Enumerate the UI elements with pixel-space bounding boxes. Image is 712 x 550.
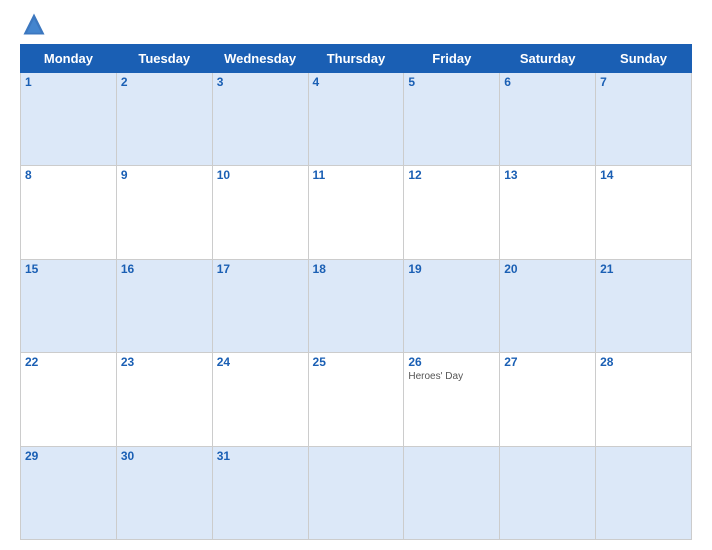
day-number: 18 — [313, 262, 400, 276]
event-label: Heroes' Day — [408, 371, 495, 382]
calendar-day-cell — [500, 446, 596, 539]
calendar-day-cell: 1 — [21, 73, 117, 166]
calendar-day-cell: 19 — [404, 259, 500, 352]
calendar-day-cell: 31 — [212, 446, 308, 539]
day-number: 29 — [25, 449, 112, 463]
day-number: 11 — [313, 168, 400, 182]
calendar-day-cell: 18 — [308, 259, 404, 352]
calendar-week-row: 1234567 — [21, 73, 692, 166]
calendar-day-cell: 21 — [596, 259, 692, 352]
day-number: 3 — [217, 75, 304, 89]
day-number: 31 — [217, 449, 304, 463]
weekday-header-saturday: Saturday — [500, 45, 596, 73]
day-number: 22 — [25, 355, 112, 369]
weekday-header-row: MondayTuesdayWednesdayThursdayFridaySatu… — [21, 45, 692, 73]
calendar-day-cell: 8 — [21, 166, 117, 259]
weekday-header-wednesday: Wednesday — [212, 45, 308, 73]
day-number: 7 — [600, 75, 687, 89]
calendar-day-cell: 5 — [404, 73, 500, 166]
calendar-day-cell: 17 — [212, 259, 308, 352]
calendar-day-cell: 23 — [116, 353, 212, 446]
day-number: 8 — [25, 168, 112, 182]
calendar-week-row: 15 16 17 18 19 20 21 — [21, 259, 692, 352]
day-number: 12 — [408, 168, 495, 182]
calendar-day-cell: 3 — [212, 73, 308, 166]
day-number: 24 — [217, 355, 304, 369]
weekday-header-monday: Monday — [21, 45, 117, 73]
day-number: 9 — [121, 168, 208, 182]
calendar-day-cell: 11 — [308, 166, 404, 259]
calendar-day-cell: 10 — [212, 166, 308, 259]
calendar-day-cell: 9 — [116, 166, 212, 259]
day-number: 30 — [121, 449, 208, 463]
day-number: 21 — [600, 262, 687, 276]
day-number: 15 — [25, 262, 112, 276]
calendar-day-cell: 7 — [596, 73, 692, 166]
day-number: 17 — [217, 262, 304, 276]
day-number: 14 — [600, 168, 687, 182]
calendar-day-cell — [308, 446, 404, 539]
calendar-week-row: 89 10 11 12 13 14 — [21, 166, 692, 259]
day-number: 27 — [504, 355, 591, 369]
day-number: 13 — [504, 168, 591, 182]
logo-icon — [20, 10, 48, 38]
calendar-day-cell: 13 — [500, 166, 596, 259]
weekday-header-sunday: Sunday — [596, 45, 692, 73]
logo — [20, 10, 52, 38]
calendar-day-cell: 14 — [596, 166, 692, 259]
day-number: 16 — [121, 262, 208, 276]
day-number: 20 — [504, 262, 591, 276]
calendar-week-row: 22 23 24 25 26 Heroes' Day 27 28 — [21, 353, 692, 446]
calendar-day-cell: 15 — [21, 259, 117, 352]
weekday-header-friday: Friday — [404, 45, 500, 73]
calendar-week-row: 29 30 31 — [21, 446, 692, 539]
day-number: 23 — [121, 355, 208, 369]
calendar-day-cell: 6 — [500, 73, 596, 166]
day-number: 19 — [408, 262, 495, 276]
calendar-day-cell: 12 — [404, 166, 500, 259]
calendar-table: MondayTuesdayWednesdayThursdayFridaySatu… — [20, 44, 692, 540]
calendar-header — [20, 10, 692, 38]
day-number: 4 — [313, 75, 400, 89]
calendar-day-cell: 24 — [212, 353, 308, 446]
calendar-day-cell: 25 — [308, 353, 404, 446]
calendar-day-cell: 29 — [21, 446, 117, 539]
day-number: 25 — [313, 355, 400, 369]
day-number: 6 — [504, 75, 591, 89]
calendar-day-cell: 4 — [308, 73, 404, 166]
calendar-day-cell: 28 — [596, 353, 692, 446]
calendar-day-cell — [404, 446, 500, 539]
calendar-day-cell: 26 Heroes' Day — [404, 353, 500, 446]
day-number: 26 — [408, 355, 495, 369]
calendar-day-cell: 22 — [21, 353, 117, 446]
calendar-day-cell: 30 — [116, 446, 212, 539]
day-number: 5 — [408, 75, 495, 89]
day-number: 1 — [25, 75, 112, 89]
day-number: 28 — [600, 355, 687, 369]
day-number: 2 — [121, 75, 208, 89]
weekday-header-tuesday: Tuesday — [116, 45, 212, 73]
calendar-day-cell: 2 — [116, 73, 212, 166]
calendar-day-cell: 27 — [500, 353, 596, 446]
calendar-day-cell — [596, 446, 692, 539]
day-number: 10 — [217, 168, 304, 182]
calendar-day-cell: 16 — [116, 259, 212, 352]
weekday-header-thursday: Thursday — [308, 45, 404, 73]
calendar-day-cell: 20 — [500, 259, 596, 352]
